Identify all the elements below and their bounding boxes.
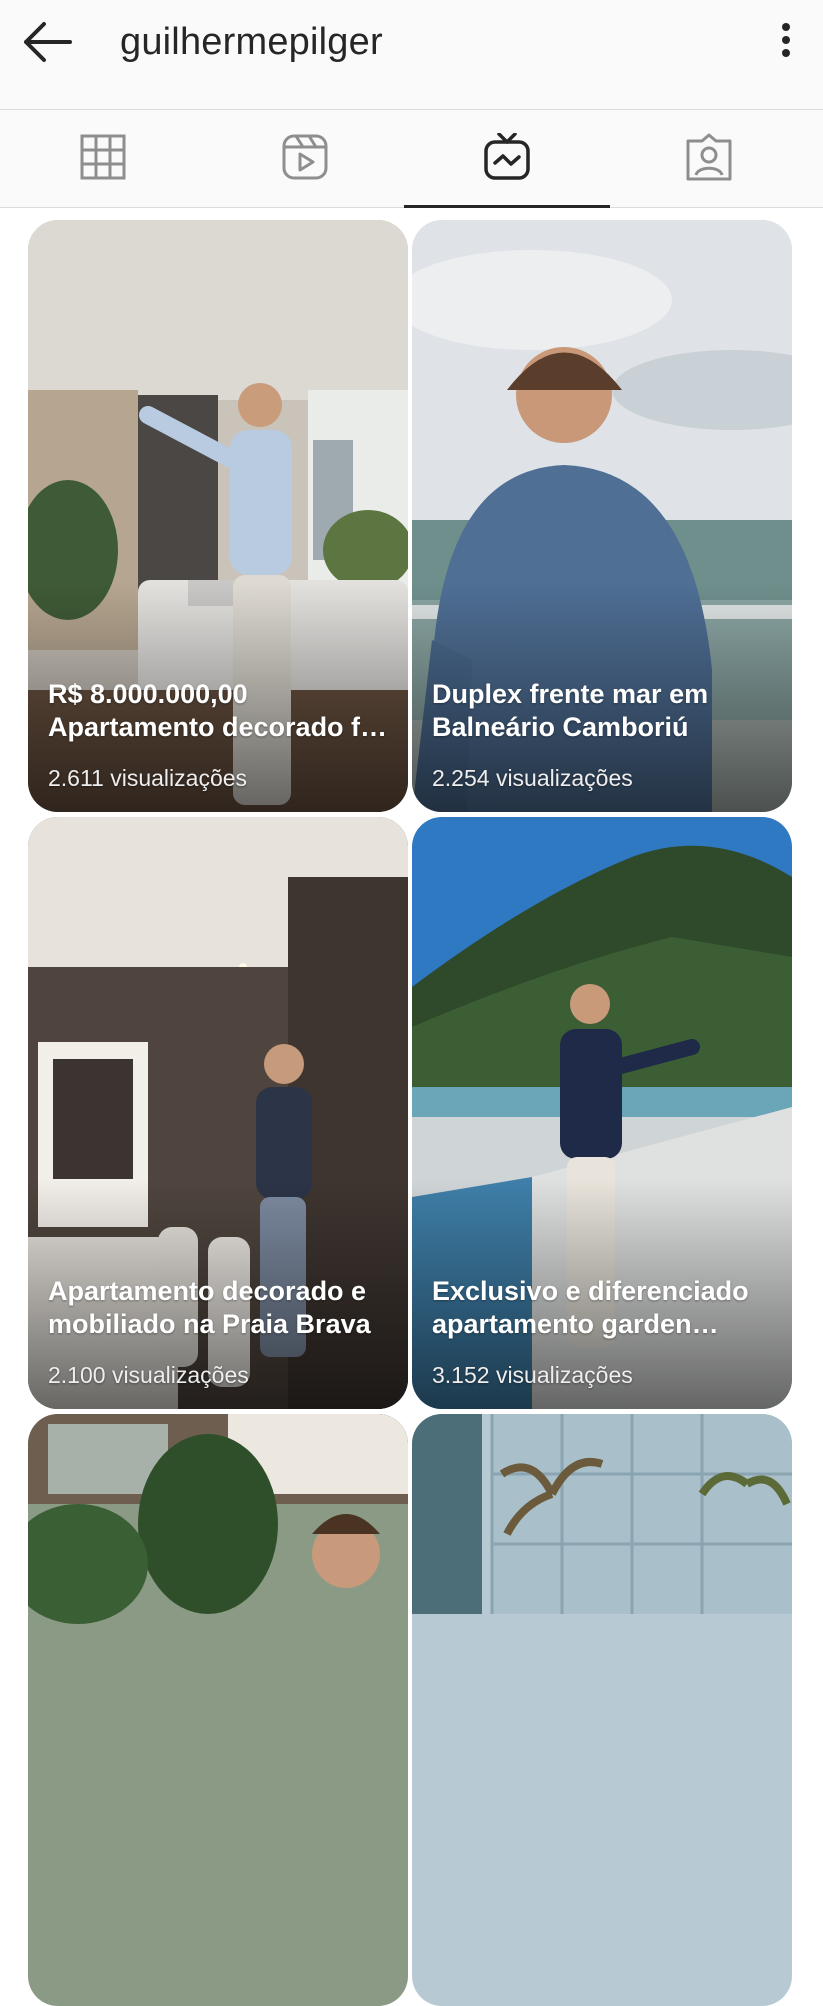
- igtv-icon: [484, 133, 530, 180]
- profile-username: guilhermepilger: [120, 21, 383, 63]
- view-count: 2.100 visualizações: [48, 1362, 249, 1388]
- more-vertical-icon: [782, 23, 790, 57]
- video-caption: R$ 8.000.000,00 Apartamento decorado f…: [48, 679, 388, 742]
- igtv-video-card[interactable]: Duplex frente mar em Balneário Camboriú …: [412, 220, 792, 812]
- reels-icon: [282, 134, 328, 180]
- top-bar: guilhermepilger: [0, 0, 823, 110]
- more-options-button[interactable]: [770, 18, 802, 66]
- igtv-video-card[interactable]: [412, 1414, 792, 2006]
- arrow-left-icon: [24, 22, 72, 62]
- igtv-video-card[interactable]: [28, 1414, 408, 2006]
- profile-tabs: [0, 110, 823, 208]
- igtv-video-card[interactable]: Exclusivo e diferenciado apartamento gar…: [412, 817, 792, 1409]
- video-thumbnail: [412, 1414, 792, 2006]
- video-caption: Exclusivo e diferenciado apartamento gar…: [432, 1276, 749, 1339]
- tab-posts-grid[interactable]: [0, 110, 206, 208]
- tab-reels[interactable]: [202, 110, 408, 208]
- tagged-icon: [686, 133, 732, 181]
- tab-tagged[interactable]: [606, 110, 812, 208]
- video-caption: Duplex frente mar em Balneário Camboriú: [432, 679, 709, 742]
- back-button[interactable]: [18, 18, 74, 66]
- igtv-video-card[interactable]: R$ 8.000.000,00 Apartamento decorado f… …: [28, 220, 408, 812]
- view-count: 2.611 visualizações: [48, 765, 248, 791]
- igtv-video-card[interactable]: Apartamento decorado e mobiliado na Prai…: [28, 817, 408, 1409]
- tab-igtv[interactable]: [404, 110, 610, 208]
- view-count: 2.254 visualizações: [432, 765, 633, 791]
- view-count: 3.152 visualizações: [432, 1362, 633, 1388]
- video-caption: Apartamento decorado e mobiliado na Prai…: [48, 1276, 371, 1339]
- video-thumbnail: [28, 1414, 408, 2006]
- grid-icon: [80, 134, 126, 180]
